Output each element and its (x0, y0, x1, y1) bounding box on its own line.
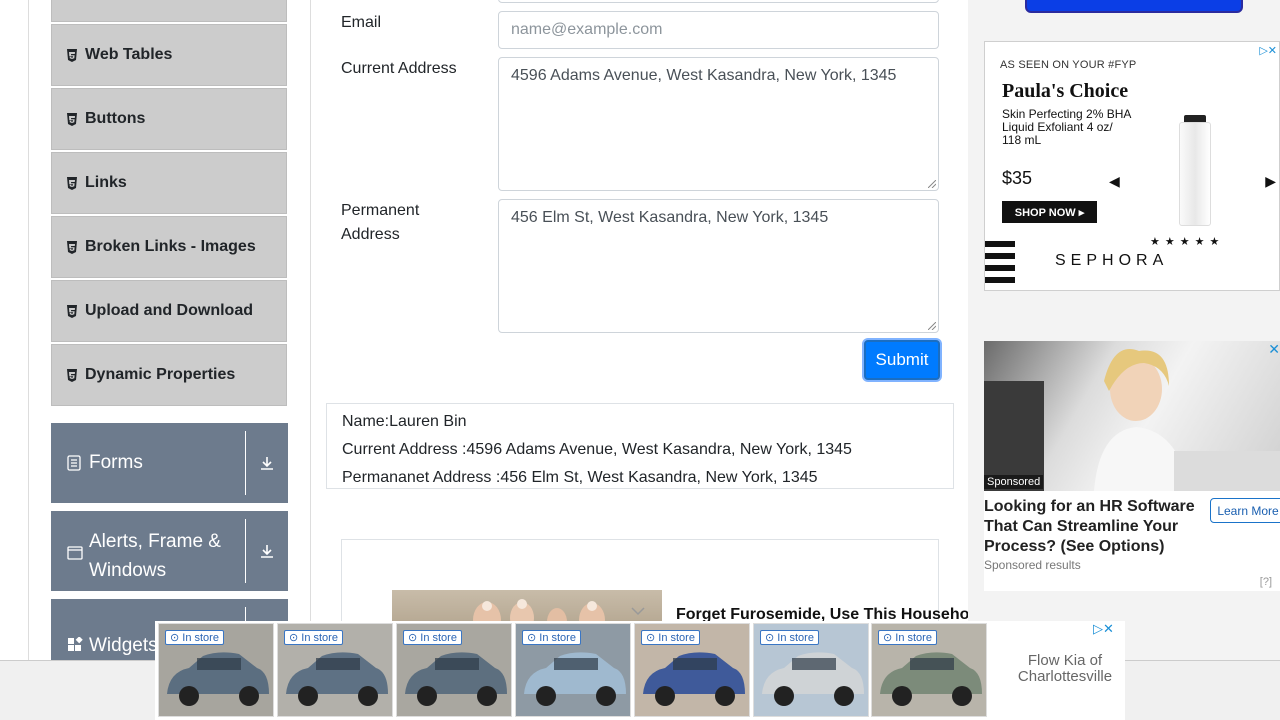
paulas-choice-ad[interactable]: ▷✕ AS SEEN ON YOUR #FYP Paula's Choice S… (984, 41, 1280, 291)
ad-price: $35 (1002, 168, 1033, 188)
hr-ad-title[interactable]: Looking for an HR Software That Can Stre… (984, 497, 1204, 557)
sidebar-item-web-tables[interactable]: Web Tables (51, 24, 287, 86)
ad-help-link[interactable]: [?] (1260, 576, 1272, 588)
permanent-address-label: Permanent Address (341, 202, 420, 243)
current-address-textarea[interactable]: 4596 Adams Avenue, West Kasandra, New Yo… (498, 57, 939, 191)
hr-ad-image: Sponsored (984, 341, 1280, 491)
sidebar-item-label: Upload and Download (85, 302, 253, 319)
sidebar-item-label: Broken Links - Images (85, 238, 256, 255)
group-forms[interactable]: Forms (51, 423, 288, 503)
adchoices-icon[interactable]: ▷✕ (1259, 44, 1277, 57)
adchoices-icon[interactable]: ▷✕ (1093, 621, 1114, 637)
permanent-address-value: 456 Elm St, West Kasandra, New York, 134… (511, 209, 829, 226)
email-field[interactable]: name@example.com (498, 11, 939, 49)
sidebar-item-dynamic-properties[interactable]: Dynamic Properties (51, 344, 287, 406)
ad-brand: Paula's Choice (1002, 80, 1129, 102)
html-file-icon (66, 48, 78, 62)
resize-handle-icon[interactable] (928, 180, 936, 188)
group-label: Alerts, Frame & Windows (89, 531, 221, 581)
permanent-address-textarea[interactable]: 456 Elm St, West Kasandra, New York, 134… (498, 199, 939, 333)
html-file-icon (66, 368, 78, 382)
hr-software-ad[interactable]: Sponsored ✕ Looking for an HR Software T… (984, 341, 1280, 591)
sidebar-item-label: Buttons (85, 110, 146, 127)
carousel-next-icon[interactable]: ▶ (1265, 173, 1276, 190)
in-store-badge: ⊙ In store (403, 630, 462, 645)
car-listing[interactable]: ⊙ In store (396, 623, 512, 717)
product-bottle-image (1179, 122, 1211, 226)
car-listing[interactable]: ⊙ In store (753, 623, 869, 717)
widgets-icon (67, 637, 83, 653)
output-box: Name:Lauren Bin Current Address :4596 Ad… (326, 403, 954, 489)
current-address-label: Current Address (341, 60, 457, 77)
html-file-icon (66, 112, 78, 126)
sidebar-item-links[interactable]: Links (51, 152, 287, 214)
in-store-badge: ⊙ In store (165, 630, 224, 645)
window-icon (67, 546, 83, 560)
shop-now-button[interactable]: SHOP NOW ▸ (1002, 201, 1097, 223)
sidebar-item-broken-links[interactable]: Broken Links - Images (51, 216, 287, 278)
output-permanent-address: Permananet Address :456 Elm St, West Kas… (342, 469, 818, 486)
document-icon (67, 455, 83, 471)
output-current-address: Current Address :4596 Adams Avenue, West… (342, 441, 852, 458)
sponsored-results: Sponsored results (984, 558, 1081, 572)
rating-stars: ★★★★★ (1150, 236, 1225, 248)
sidebar-item-label: Links (85, 174, 127, 191)
in-store-badge: ⊙ In store (284, 630, 343, 645)
sidebar-item-label: Web Tables (85, 46, 173, 63)
current-address-value: 4596 Adams Avenue, West Kasandra, New Yo… (511, 67, 897, 84)
in-store-badge: ⊙ In store (522, 630, 581, 645)
group-alerts-frame-windows[interactable]: Alerts, Frame & Windows (51, 511, 288, 591)
group-label: Forms (89, 452, 143, 473)
car-listing[interactable]: ⊙ In store (634, 623, 750, 717)
html-file-icon (66, 304, 78, 318)
car-dealer-ad[interactable]: ⊙ In store ⊙ In store ⊙ In store ⊙ In store… (155, 621, 1125, 720)
email-label: Email (341, 14, 382, 31)
in-store-badge: ⊙ In store (878, 630, 937, 645)
close-icon[interactable]: ✕ (1268, 341, 1280, 358)
top-ad-button[interactable] (1025, 0, 1243, 13)
main-content: Email name@example.com Current Address 4… (311, 0, 969, 720)
left-sidebar: Web Tables Buttons Links Broken Links - … (28, 0, 311, 720)
ad-description: Skin Perfecting 2% BHA Liquid Exfoliant … (1002, 107, 1131, 147)
learn-more-button[interactable]: Learn More (1210, 498, 1280, 523)
carousel-prev-icon[interactable]: ◀ (1109, 173, 1120, 190)
car-listing[interactable]: ⊙ In store (515, 623, 631, 717)
sidebar-item-upload-download[interactable]: Upload and Download (51, 280, 287, 342)
submit-button[interactable]: Submit (864, 340, 940, 380)
sidebar-item-buttons[interactable]: Buttons (51, 88, 287, 150)
menu-icon[interactable] (985, 239, 1015, 285)
resize-handle-icon[interactable] (928, 322, 936, 330)
dealer-name[interactable]: Flow Kia of Charlottesville (1005, 653, 1125, 685)
sidebar-item-label: Dynamic Properties (85, 366, 236, 383)
output-name: Name:Lauren Bin (342, 413, 467, 430)
in-store-badge: ⊙ In store (760, 630, 819, 645)
html-file-icon (66, 176, 78, 190)
download-arrow-icon[interactable] (246, 511, 288, 591)
right-ad-column: ▷✕ AS SEEN ON YOUR #FYP Paula's Choice S… (968, 0, 1280, 720)
in-store-badge: ⊙ In store (641, 630, 700, 645)
sponsored-tag: Sponsored (984, 475, 1044, 489)
car-listing[interactable]: ⊙ In store (158, 623, 274, 717)
sidebar-item-previous[interactable] (51, 0, 287, 22)
html-file-icon (66, 240, 78, 254)
previous-input[interactable] (498, 0, 939, 3)
ad-tagline: AS SEEN ON YOUR #FYP (1000, 59, 1137, 71)
car-listing[interactable]: ⊙ In store (871, 623, 987, 717)
sephora-logo: SEPHORA (1055, 252, 1169, 269)
car-listing[interactable]: ⊙ In store (277, 623, 393, 717)
group-label: Widgets (89, 635, 158, 656)
download-arrow-icon[interactable] (246, 423, 288, 503)
